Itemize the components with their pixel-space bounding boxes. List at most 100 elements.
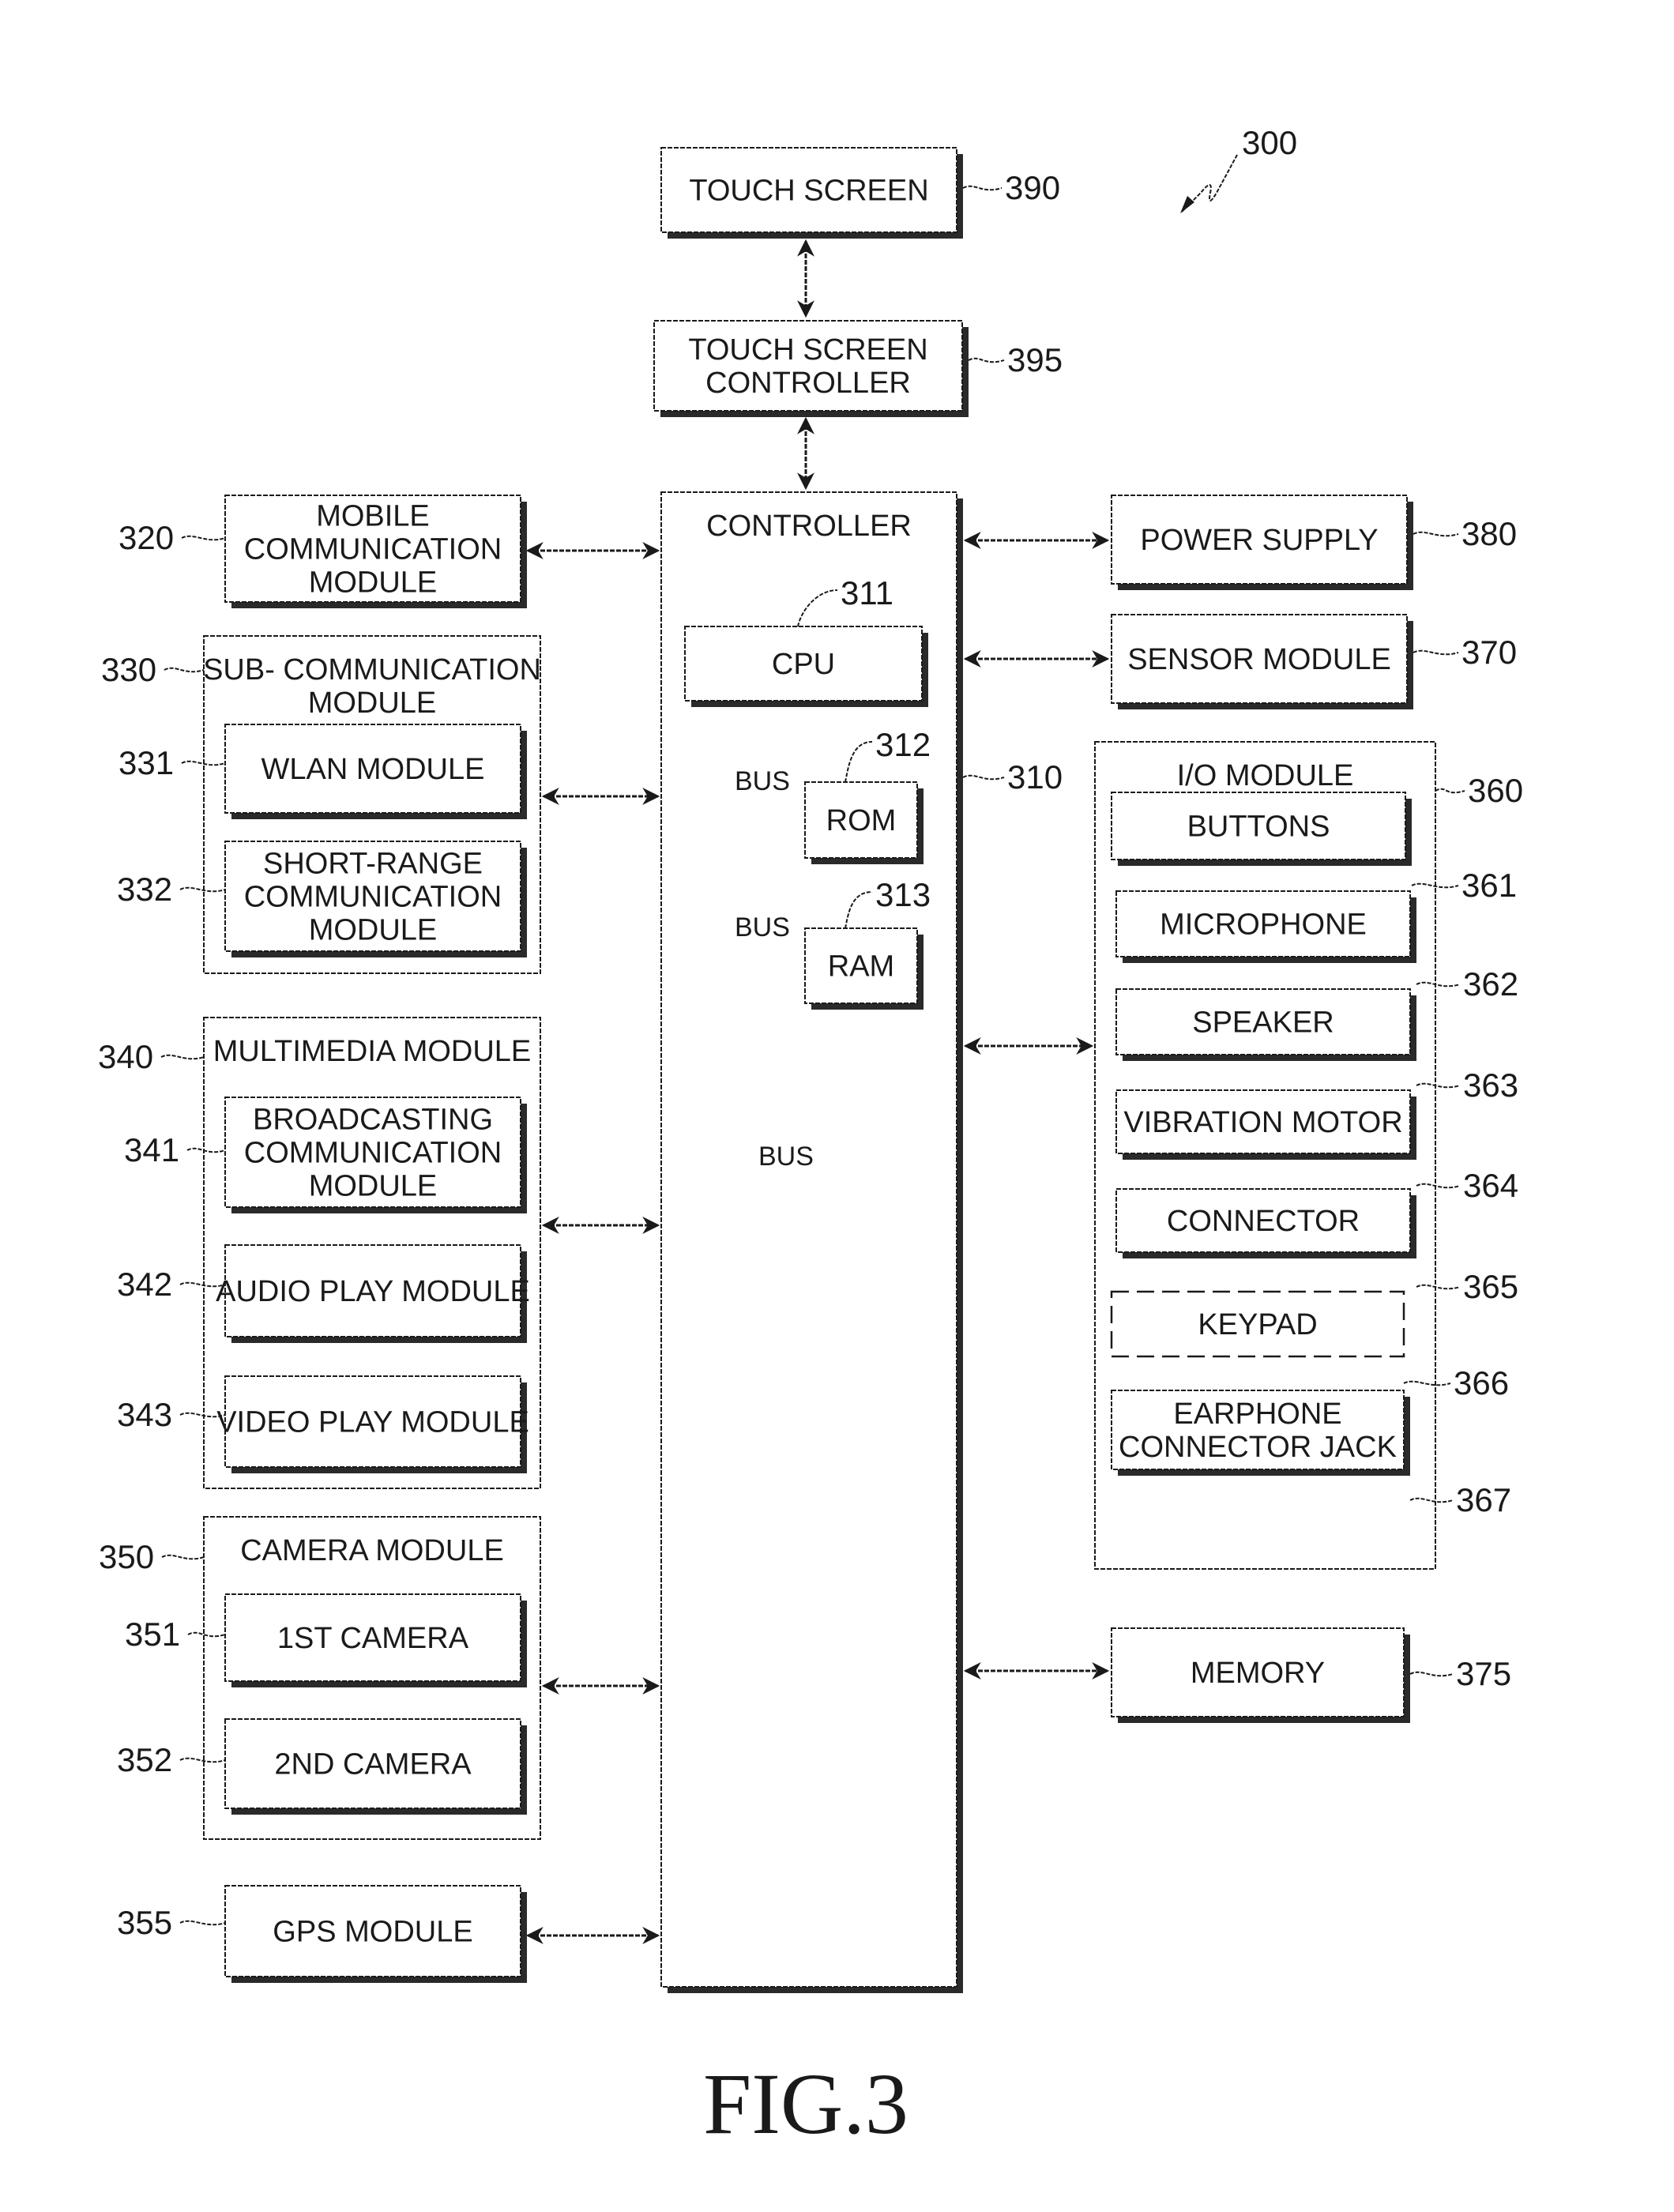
figure-caption: FIG.3 [703, 2056, 908, 2152]
block-memory: MEMORY [1111, 1627, 1410, 1723]
block-diagram: TOUCH SCREENTOUCH SCREENCONTROLLERCONTRO… [98, 124, 1523, 2152]
reference-number: 361 [1461, 867, 1517, 904]
block-label: 2ND CAMERA [274, 1748, 472, 1781]
block-touch-screen: TOUCH SCREEN [660, 147, 963, 239]
reference-350: 350 [99, 1538, 205, 1575]
reference-leader [968, 357, 1005, 363]
block-wlan: WLAN MODULE [224, 724, 527, 819]
block-video-play: VIDEO PLAY MODULE [216, 1375, 529, 1473]
reference-leader [160, 1054, 205, 1060]
reference-number: 390 [1005, 169, 1060, 206]
reference-number: 350 [99, 1538, 154, 1575]
block-label: RAM [828, 950, 894, 984]
reference-number: 362 [1463, 965, 1518, 1003]
block-label: GPS MODULE [273, 1916, 472, 1949]
reference-number: 341 [124, 1131, 179, 1168]
reference-leader [181, 535, 226, 541]
block-short-range: SHORT-RANGECOMMUNICATIONMODULE [224, 841, 527, 957]
reference-number: 312 [875, 726, 931, 763]
reference-leader [164, 667, 205, 673]
block-buttons: BUTTONS [1111, 792, 1412, 866]
block-label: CONNECTOR JACK [1119, 1431, 1397, 1464]
block-label: I/O MODULE [1177, 759, 1354, 792]
block-power-supply: POWER SUPPLY [1111, 495, 1413, 590]
reference-number: 320 [118, 519, 174, 556]
reference-310: 310 [962, 758, 1063, 796]
reference-leader [1435, 788, 1465, 794]
reference-355: 355 [117, 1904, 226, 1941]
block-keypad: KEYPAD [1110, 1290, 1405, 1358]
device-reference: 300 [1180, 124, 1297, 213]
block-connector: CONNECTOR [1115, 1188, 1416, 1258]
reference-number: 313 [875, 876, 931, 913]
reference-340: 340 [98, 1038, 205, 1075]
block-mobile-comm: MOBILECOMMUNICATIONMODULE [224, 495, 527, 608]
blocks-layer: TOUCH SCREENTOUCH SCREENCONTROLLERCONTRO… [203, 147, 1436, 1993]
block-label: MODULE [309, 566, 438, 600]
block-label: KEYPAD [1198, 1308, 1317, 1341]
block-microphone: MICROPHONE [1115, 890, 1416, 963]
block-camera-1: 1ST CAMERA [224, 1593, 527, 1687]
block-label: VIBRATION MOTOR [1123, 1106, 1402, 1139]
block-label: WLAN MODULE [261, 753, 485, 786]
reference-number: 366 [1454, 1364, 1509, 1401]
reference-leader [179, 1920, 226, 1926]
reference-number: 351 [125, 1616, 180, 1653]
block-frame [660, 491, 957, 1988]
block-label: EARPHONE [1173, 1398, 1341, 1431]
reference-number: 380 [1461, 515, 1517, 552]
block-broadcasting: BROADCASTINGCOMMUNICATIONMODULE [224, 1097, 527, 1213]
reference-360: 360 [1435, 772, 1523, 809]
reference-number: 331 [118, 744, 174, 781]
block-label: POWER SUPPLY [1140, 524, 1378, 557]
block-label: 1ST CAMERA [277, 1622, 469, 1655]
reference-number: 330 [101, 651, 156, 688]
reference-leader [1413, 649, 1459, 656]
block-label: MEMORY [1191, 1657, 1325, 1690]
device-reference-number: 300 [1242, 124, 1297, 161]
block-label: SUB- COMMUNICATION [203, 653, 541, 687]
reference-370: 370 [1413, 634, 1517, 671]
bus-label: BUS [735, 912, 790, 942]
reference-number: 364 [1463, 1167, 1518, 1204]
reference-number: 343 [117, 1396, 172, 1433]
block-label: CPU [772, 648, 835, 681]
block-label: CONTROLLER [705, 367, 911, 400]
block-audio-play: AUDIO PLAY MODULE [216, 1244, 530, 1343]
block-earphone-jack: EARPHONECONNECTOR JACK [1111, 1390, 1410, 1476]
reference-375: 375 [1409, 1655, 1511, 1692]
reference-390: 390 [962, 169, 1060, 206]
bus-label: BUS [758, 1142, 814, 1172]
reference-330: 330 [101, 651, 205, 688]
block-vibration-motor: VIBRATION MOTOR [1115, 1089, 1416, 1160]
reference-number: 332 [117, 871, 172, 908]
block-label: MOBILE [316, 500, 430, 533]
device-reference-arrow-icon [1180, 196, 1194, 213]
reference-leader [1413, 531, 1459, 537]
reference-leader [962, 185, 1003, 191]
block-label: COMMUNICATION [244, 881, 502, 914]
block-gps: GPS MODULE [224, 1885, 527, 1983]
reference-number: 365 [1463, 1268, 1518, 1305]
block-label: MODULE [308, 687, 437, 720]
reference-380: 380 [1413, 515, 1517, 552]
block-label: CONTROLLER [706, 510, 912, 543]
block-label: TOUCH SCREEN [689, 175, 928, 208]
reference-number: 311 [841, 574, 893, 611]
block-camera-2: 2ND CAMERA [224, 1718, 527, 1815]
reference-395: 395 [968, 341, 1063, 378]
block-label: MICROPHONE [1160, 908, 1367, 942]
block-sensor: SENSOR MODULE [1111, 614, 1413, 709]
reference-number: 367 [1456, 1481, 1511, 1518]
block-label: AUDIO PLAY MODULE [216, 1275, 530, 1308]
reference-leader [962, 774, 1005, 781]
block-label: SPEAKER [1192, 1006, 1334, 1040]
block-label: MULTIMEDIA MODULE [213, 1035, 532, 1068]
block-label: COMMUNICATION [244, 1137, 502, 1170]
reference-number: 310 [1007, 758, 1063, 796]
block-label: ROM [826, 804, 897, 837]
reference-number: 370 [1461, 634, 1517, 671]
reference-320: 320 [118, 519, 226, 556]
block-label: SENSOR MODULE [1127, 643, 1391, 676]
reference-number: 342 [117, 1266, 172, 1303]
